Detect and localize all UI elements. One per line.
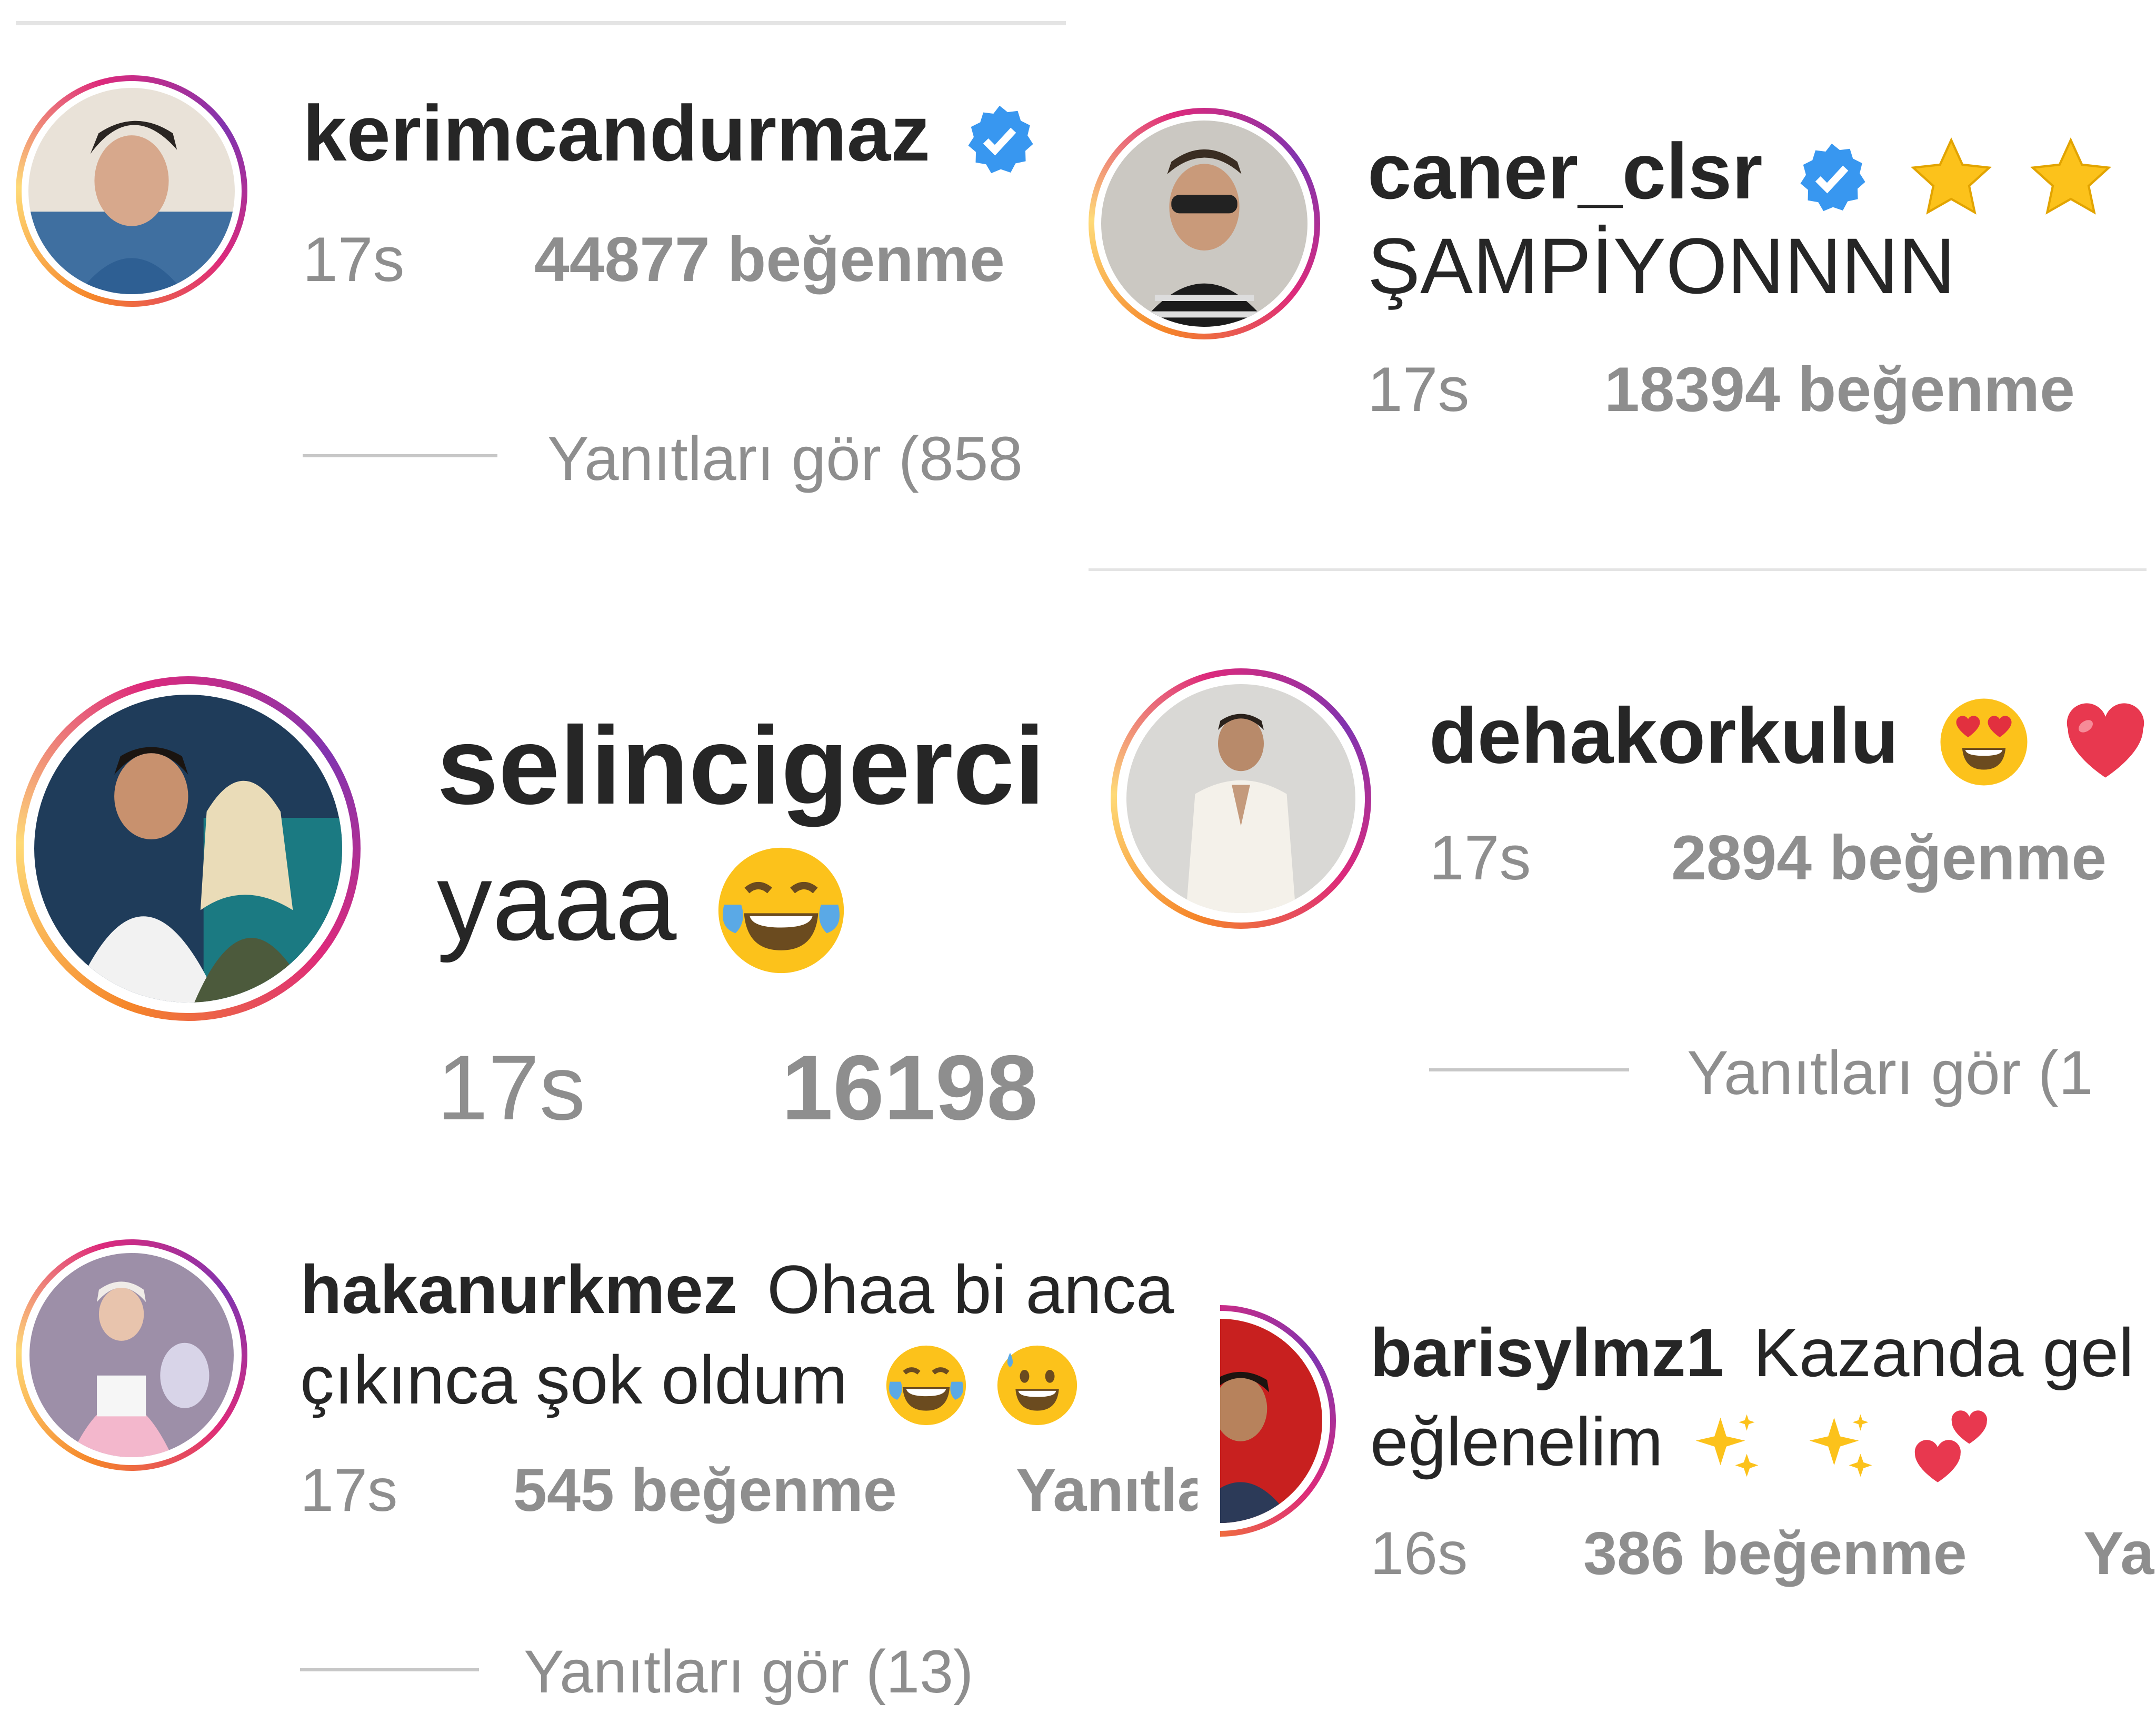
comment-time: 17s [1368,354,1470,425]
replies-divider [303,454,497,457]
comment-time: 17s [303,224,405,295]
username[interactable]: barisylmz1 [1370,1314,1724,1391]
comment-time: 16s [1370,1520,1468,1587]
like-count[interactable]: 44877 beğenme [534,228,1005,291]
replies-divider [1429,1068,1629,1071]
username[interactable]: selincigerci [437,710,1045,821]
reply-button[interactable]: Ya [2083,1523,2154,1584]
reply-button[interactable]: Yanıtla [1016,1460,1197,1521]
comment-panel-caner-clsr: caner_clsr ŞAMPİYONNNN 17s 18394 beğenme [1089,79,2147,571]
verified-badge-icon [1795,141,1869,214]
comment-panel-selincigerci: selincigerci yaaa 17s 16198 [16,668,1066,1152]
avatar[interactable] [1111,668,1371,929]
sparkles-emoji [1801,1408,1880,1487]
comment-text-continued: eğlenelim [1370,1403,1663,1480]
two-hearts-emoji [1910,1405,1994,1489]
view-replies-link[interactable]: Yanıtları gör (858 [547,428,1023,490]
like-count[interactable]: 2894 beğenme [1671,826,2107,889]
comment-panel-hakanurkmez: hakanurkmez Ohaa bi anca çıkınca şok old… [16,1226,1197,1724]
like-count[interactable]: 18394 beğenme [1604,358,2075,421]
avatar[interactable] [16,676,361,1021]
replies-divider [300,1668,479,1671]
comment-text: Ohaa bi anca [767,1251,1174,1328]
comment-text: Kazanda gel [1753,1314,2134,1391]
view-replies-link[interactable]: Yanıtları gör (1 [1687,1042,2093,1104]
like-count[interactable]: 386 beğenme [1583,1523,1967,1584]
username[interactable]: caner_clsr [1368,127,1763,215]
username[interactable]: hakanurkmez [300,1251,737,1328]
red-heart-emoji [2058,695,2153,789]
comment-time: 17s [1429,823,1531,893]
face-with-tears-of-joy-emoji [713,842,850,979]
like-count[interactable]: 16198 [782,1042,1038,1134]
star-emoji [2145,133,2147,222]
smiling-face-with-heart-eyes-emoji [1937,695,2031,789]
star-emoji [1907,133,1996,222]
avatar[interactable] [1220,1305,1336,1537]
comment-text: ŞAMPİYONNNN [1368,222,1955,310]
avatar[interactable] [1089,108,1320,339]
comment-text: yaaa [437,839,677,964]
grinning-face-with-sweat-emoji [994,1342,1081,1429]
face-with-tears-of-joy-emoji [883,1342,970,1429]
username[interactable]: dehakorkulu [1429,691,1899,780]
comment-panel-kerimcandurmaz: kerimcandurmaz 17s 44877 beğenme Yanıtla… [16,21,1066,567]
star-emoji [2026,133,2115,222]
verified-badge-icon [963,103,1036,176]
sparkles-emoji [1688,1408,1766,1487]
view-replies-link[interactable]: Yanıtları gör (13) [524,1642,973,1702]
comment-text-continued: çıkınca şok oldum [300,1341,848,1418]
comment-time: 17s [300,1457,398,1524]
comment-time: 17s [437,1037,586,1139]
avatar[interactable] [16,75,247,307]
avatar[interactable] [16,1239,247,1471]
like-count[interactable]: 545 beğenme [513,1460,897,1521]
username[interactable]: kerimcandurmaz [303,89,930,177]
comment-panel-dehakorkulu: dehakorkulu 17s 2894 beğenme Yanıtları g… [1111,668,2156,1152]
comment-panel-barisylmz1: barisylmz1 Kazanda gel eğlenelim 16s 386… [1220,1289,2156,1724]
